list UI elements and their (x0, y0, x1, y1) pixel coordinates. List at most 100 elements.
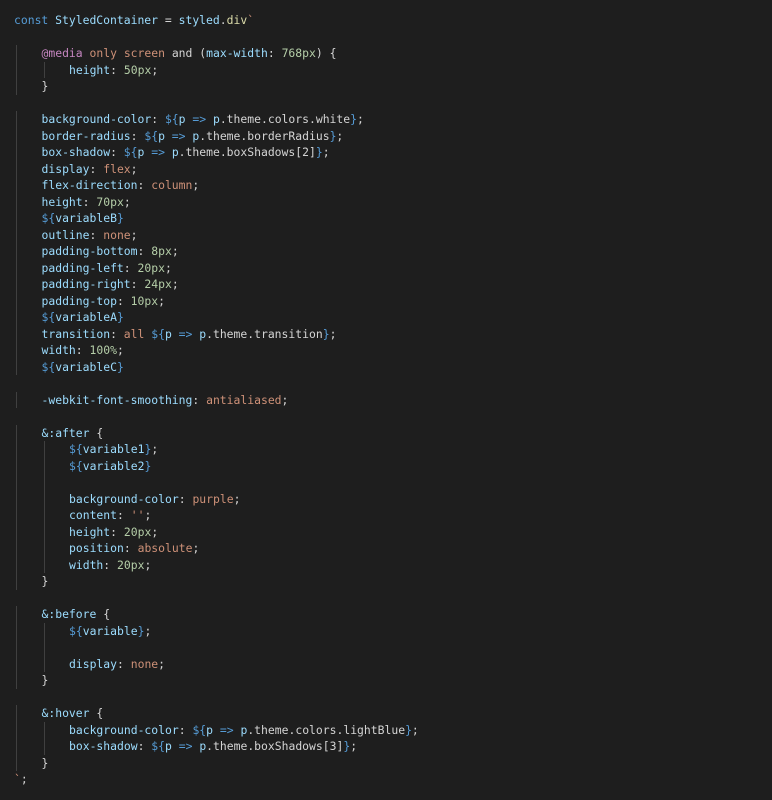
code-token: border-radius (41, 128, 131, 143)
code-line-content: border-radius: ${p => p.theme.borderRadi… (14, 128, 344, 143)
code-token: } (116, 359, 124, 374)
code-token: : (137, 178, 152, 192)
code-token: flex (103, 161, 131, 176)
code-token: ${ (192, 722, 207, 737)
code-line-content: } (14, 79, 49, 93)
code-token: ; (151, 62, 159, 77)
code-token: ${ (144, 128, 159, 143)
code-line-content: &:hover { (14, 706, 104, 720)
code-token: ${ (151, 739, 166, 753)
code-line: width: 20px; (14, 556, 772, 573)
code-line: height: 70px; (14, 193, 772, 210)
code-line (14, 639, 772, 656)
code-token: ; (411, 722, 419, 737)
code-token: : (75, 343, 90, 357)
code-token: : (178, 491, 193, 506)
code-token: 50px (123, 62, 152, 77)
code-token: ${ (41, 310, 56, 324)
code-line (14, 474, 772, 491)
code-token: p (206, 722, 214, 737)
code-line: content: ''; (14, 507, 772, 524)
code-token: ; (281, 392, 289, 407)
code-token: p (165, 739, 172, 753)
code-token: ) { (315, 46, 337, 60)
code-token: => (171, 739, 200, 753)
code-token: .theme.colors.lightBlue (247, 722, 406, 737)
code-token: padding-top (41, 293, 117, 308)
code-token: ; (233, 491, 241, 506)
code-token: ${ (69, 623, 83, 638)
code-token: @media (41, 46, 83, 60)
code-token: and ( (164, 46, 207, 60)
code-token: ; (322, 145, 330, 159)
indent-guide (43, 474, 45, 491)
code-token: { (89, 706, 104, 720)
code-token: outline (41, 227, 90, 242)
code-token: height (69, 524, 111, 539)
code-line-content: background-color: ${p => p.theme.colors.… (14, 723, 419, 737)
code-editor[interactable]: const StyledContainer = styled.div` @medi… (0, 0, 772, 800)
code-token: padding-left (41, 260, 124, 275)
code-token: = (158, 13, 179, 27)
code-token: => (171, 326, 200, 341)
code-token: ; (171, 277, 179, 291)
code-token: only (89, 46, 117, 60)
code-token: variableC (55, 359, 117, 374)
code-line: @media only screen and (max-width: 768px… (14, 45, 772, 62)
code-line-content: &:after { (14, 425, 104, 440)
code-line: display: none; (14, 655, 772, 672)
code-line: border-radius: ${p => p.theme.borderRadi… (14, 127, 772, 144)
code-token: } (405, 722, 412, 737)
code-line: padding-left: 20px; (14, 259, 772, 276)
code-line: box-shadow: ${p => p.theme.boxShadows[3]… (14, 738, 772, 755)
code-token: ; (329, 326, 337, 341)
code-token: ${ (41, 211, 56, 225)
code-token: none (130, 656, 159, 671)
code-line-content: height: 20px; (14, 525, 158, 539)
code-token: 20px (117, 557, 145, 572)
code-token: 768px (281, 46, 316, 60)
code-token: box-shadow (69, 739, 138, 753)
code-token: . (219, 13, 227, 27)
code-line: ${variable1}; (14, 441, 772, 458)
code-token: { (89, 425, 104, 440)
code-token: => (144, 145, 172, 159)
code-token: ; (151, 524, 159, 539)
code-token: ; (357, 112, 364, 126)
code-token: width (69, 557, 104, 572)
code-token: : (123, 260, 138, 275)
code-token: &:after (41, 425, 90, 440)
code-token: : (178, 722, 193, 737)
code-line-content: background-color: purple; (14, 492, 240, 506)
code-token: variable2 (82, 458, 145, 473)
code-token: : (110, 524, 124, 539)
code-token: display (41, 161, 90, 176)
code-token: } (41, 574, 49, 588)
code-line-content: ${variable1}; (14, 442, 158, 456)
code-line: } (14, 754, 772, 771)
indent-guide (16, 474, 17, 491)
code-line-content: flex-direction: column; (14, 178, 200, 192)
code-token: => (213, 722, 241, 737)
code-line: flex-direction: column; (14, 177, 772, 194)
code-line: } (14, 573, 772, 590)
code-line-content: `; (14, 772, 28, 786)
code-token: styled (178, 13, 220, 27)
code-token: ; (116, 343, 124, 357)
code-token: absolute (137, 541, 193, 555)
code-token: : (267, 46, 282, 60)
code-token: : (130, 277, 145, 291)
code-token: all (123, 326, 145, 341)
code-line-content: height: 70px; (14, 195, 131, 209)
code-token: variable (82, 623, 138, 638)
code-token: purple (192, 491, 234, 506)
code-line: transition: all ${p => p.theme.transitio… (14, 325, 772, 342)
code-line: &:after { (14, 424, 772, 441)
code-line: } (14, 78, 772, 95)
code-token: ${ (69, 442, 83, 456)
